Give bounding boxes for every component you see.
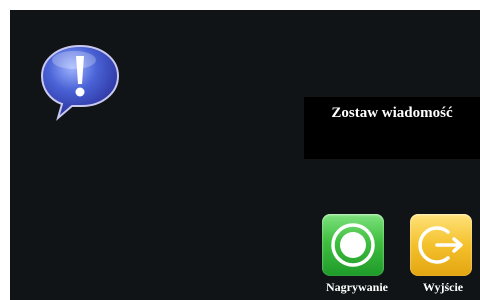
page-title: Zostaw wiadomość <box>331 105 453 121</box>
record-button[interactable]: Nagrywanie <box>318 214 396 300</box>
intercom-screen: Zostaw wiadomość Nagrywanie Wyjście <box>10 10 480 300</box>
record-circle-icon <box>331 223 375 267</box>
exit-button-label: Wyjście <box>422 280 464 294</box>
exit-tile[interactable] <box>410 214 472 276</box>
speech-bubble-exclamation-icon <box>38 42 122 122</box>
message-title-panel: Zostaw wiadomość <box>304 97 480 159</box>
exit-button[interactable]: Wyjście <box>406 214 480 300</box>
record-button-label: Nagrywanie <box>326 280 388 294</box>
exit-arrow-icon <box>418 226 463 264</box>
record-tile[interactable] <box>322 214 384 276</box>
